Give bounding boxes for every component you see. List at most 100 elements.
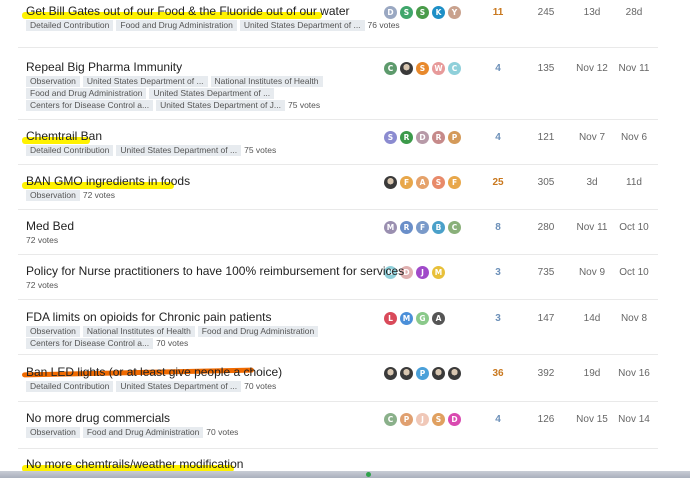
view-count[interactable]: 147 xyxy=(526,313,566,324)
topic-row[interactable]: Med Bed 72 votes M R F B C 8 280 Nov 11 Oct 10 xyxy=(18,211,658,255)
topic-title-link[interactable]: Repeal Big Pharma Immunity xyxy=(26,60,182,74)
avatar[interactable]: A xyxy=(416,176,429,189)
topic-tag[interactable]: Detailed Contribution xyxy=(26,381,114,392)
avatar[interactable]: P xyxy=(448,131,461,144)
avatar[interactable]: S xyxy=(432,176,445,189)
view-count[interactable]: 392 xyxy=(526,368,566,379)
topic-title-link[interactable]: BAN GMO ingredients in foods xyxy=(22,174,190,189)
view-count[interactable]: 305 xyxy=(526,177,566,188)
avatar[interactable]: B xyxy=(432,221,445,234)
topic-tag[interactable]: National Institutes of Health xyxy=(210,76,323,87)
avatar[interactable]: D xyxy=(384,6,397,19)
avatar[interactable]: S xyxy=(432,413,445,426)
view-count[interactable]: 126 xyxy=(526,414,566,425)
activity-date[interactable]: Nov 7 xyxy=(572,132,612,143)
avatar[interactable]: J xyxy=(416,413,429,426)
topic-title-link[interactable]: Med Bed xyxy=(26,219,74,233)
topic-title-link[interactable]: Ban LED lights (or at least give people … xyxy=(21,365,282,379)
topic-tag[interactable]: Observation xyxy=(26,76,80,87)
avatar[interactable]: C xyxy=(384,62,397,75)
topic-tag[interactable]: United States Department of ... xyxy=(116,145,242,156)
topic-tag[interactable]: United States Department of J... xyxy=(156,100,286,111)
topic-title-link[interactable]: FDA limits on opioids for Chronic pain p… xyxy=(26,310,271,324)
activity-date[interactable]: Nov 15 xyxy=(572,414,612,425)
topic-tag[interactable]: Observation xyxy=(26,190,80,201)
topic-row[interactable]: Chemtrail Ban Detailed Contribution United… xyxy=(18,121,658,165)
avatar[interactable]: W xyxy=(432,62,445,75)
topic-tag[interactable]: Food and Drug Administration xyxy=(197,326,319,337)
topic-tag[interactable]: Centers for Disease Control a... xyxy=(26,100,154,111)
topic-tag[interactable]: Centers for Disease Control a... xyxy=(26,338,154,349)
avatar[interactable]: D xyxy=(416,131,429,144)
topic-tag[interactable]: Detailed Contribution xyxy=(26,20,114,31)
view-count[interactable]: 280 xyxy=(526,222,566,233)
topic-tag[interactable]: United States Department of ... xyxy=(82,76,208,87)
avatar[interactable] xyxy=(384,176,397,189)
last-post-date[interactable]: Nov 14 xyxy=(614,414,654,425)
topic-title-link[interactable]: No more chemtrails/weather modification xyxy=(22,457,243,472)
last-post-date[interactable]: Oct 10 xyxy=(614,222,654,233)
avatar[interactable]: K xyxy=(432,6,445,19)
avatar[interactable]: R xyxy=(400,131,413,144)
avatar[interactable]: A xyxy=(432,312,445,325)
topic-row[interactable]: No more drug commercials Observation Food … xyxy=(18,403,658,449)
activity-date[interactable]: Nov 11 xyxy=(572,222,612,233)
last-post-date[interactable]: Nov 8 xyxy=(614,313,654,324)
topic-tag[interactable]: United States Department of ... xyxy=(149,88,275,99)
avatar[interactable]: C xyxy=(448,221,461,234)
topic-title-link[interactable]: Get Bill Gates out of our Food & the Flu… xyxy=(22,4,350,19)
topic-tag[interactable]: Food and Drug Administration xyxy=(116,20,237,31)
avatar[interactable] xyxy=(448,367,461,380)
avatar[interactable]: S xyxy=(400,6,413,19)
avatar[interactable] xyxy=(384,367,397,380)
topic-row[interactable]: Ban LED lights (or at least give people … xyxy=(18,356,658,402)
topic-row[interactable]: Policy for Nurse practitioners to have 1… xyxy=(18,256,658,300)
topic-tag[interactable]: United States Department of ... xyxy=(116,381,242,392)
avatar[interactable]: G xyxy=(416,312,429,325)
avatar[interactable]: R xyxy=(400,221,413,234)
view-count[interactable]: 121 xyxy=(526,132,566,143)
view-count[interactable]: 135 xyxy=(526,63,566,74)
avatar[interactable]: C xyxy=(448,62,461,75)
avatar[interactable]: L xyxy=(384,312,397,325)
avatar[interactable]: F xyxy=(448,176,461,189)
activity-date[interactable]: 13d xyxy=(572,7,612,18)
last-post-date[interactable]: Nov 16 xyxy=(614,368,654,379)
avatar[interactable]: M xyxy=(384,221,397,234)
avatar[interactable] xyxy=(432,367,445,380)
activity-date[interactable]: 3d xyxy=(572,177,612,188)
avatar[interactable]: P xyxy=(400,413,413,426)
avatar[interactable] xyxy=(400,62,413,75)
topic-title-link[interactable]: Policy for Nurse practitioners to have 1… xyxy=(26,264,404,278)
avatar[interactable]: Y xyxy=(448,6,461,19)
activity-date[interactable]: Nov 12 xyxy=(572,63,612,74)
topic-tag[interactable]: National Institutes of Health xyxy=(82,326,195,337)
avatar[interactable]: M xyxy=(432,266,445,279)
activity-date[interactable]: 19d xyxy=(572,368,612,379)
last-post-date[interactable]: Nov 11 xyxy=(614,63,654,74)
avatar[interactable]: M xyxy=(400,312,413,325)
topic-tag[interactable]: Detailed Contribution xyxy=(26,145,114,156)
avatar[interactable]: S xyxy=(416,6,429,19)
last-post-date[interactable]: Nov 6 xyxy=(614,132,654,143)
avatar[interactable]: J xyxy=(416,266,429,279)
topic-tag[interactable]: Food and Drug Administration xyxy=(82,427,204,438)
last-post-date[interactable]: 28d xyxy=(614,7,654,18)
topic-title-link[interactable]: Chemtrail Ban xyxy=(22,129,102,144)
topic-title-link[interactable]: No more drug commercials xyxy=(26,411,170,425)
avatar[interactable]: S xyxy=(384,131,397,144)
topic-row[interactable]: FDA limits on opioids for Chronic pain p… xyxy=(18,302,658,355)
avatar[interactable]: P xyxy=(416,367,429,380)
avatar[interactable]: F xyxy=(400,176,413,189)
topic-tag[interactable]: United States Department of ... xyxy=(239,20,365,31)
avatar[interactable]: R xyxy=(432,131,445,144)
last-post-date[interactable]: Oct 10 xyxy=(614,267,654,278)
topic-tag[interactable]: Observation xyxy=(26,427,80,438)
topic-tag[interactable]: Observation xyxy=(26,326,80,337)
topic-row[interactable]: Repeal Big Pharma Immunity Observation Uni… xyxy=(18,52,658,120)
avatar[interactable]: D xyxy=(448,413,461,426)
topic-row[interactable]: Get Bill Gates out of our Food & the Flu… xyxy=(18,0,658,48)
topic-tag[interactable]: Food and Drug Administration xyxy=(26,88,147,99)
last-post-date[interactable]: 11d xyxy=(614,177,654,188)
avatar[interactable] xyxy=(400,367,413,380)
